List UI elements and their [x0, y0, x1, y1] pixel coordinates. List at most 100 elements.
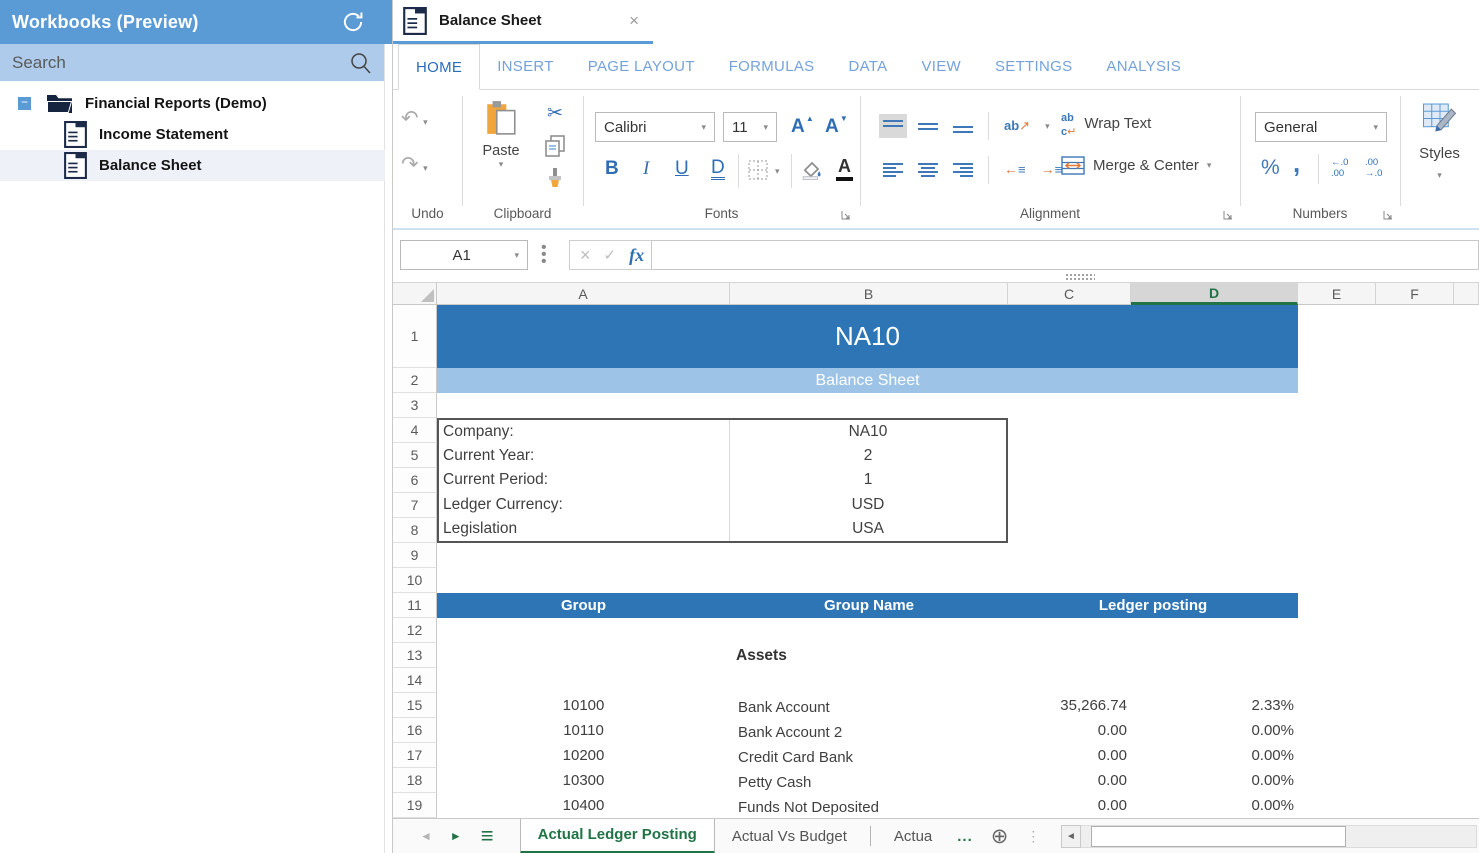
- ribbon-tab-insert[interactable]: INSERT: [480, 44, 571, 89]
- align-right-button[interactable]: [953, 162, 973, 178]
- merge-center-button[interactable]: Merge & Center ▾: [1061, 156, 1211, 175]
- sheet-tab-actual-ledger-posting[interactable]: Actual Ledger Posting: [520, 819, 715, 853]
- cell-report-subtitle[interactable]: Balance Sheet: [437, 368, 1298, 393]
- ribbon-tab-analysis[interactable]: ANALYSIS: [1089, 44, 1198, 89]
- row-header-4[interactable]: 4: [393, 418, 437, 443]
- cell-account-name[interactable]: Credit Card Bank: [730, 745, 1008, 770]
- undo-icon[interactable]: ↶: [401, 106, 419, 130]
- double-underline-button[interactable]: D: [711, 158, 725, 180]
- cell-account-percent[interactable]: 0.00%: [1131, 743, 1298, 768]
- info-label[interactable]: Legislation: [439, 517, 730, 541]
- orientation-dropdown-icon[interactable]: ▾: [1045, 121, 1050, 132]
- info-value[interactable]: 2: [730, 444, 1006, 468]
- search-input[interactable]: Search: [12, 53, 349, 73]
- info-label[interactable]: Current Year:: [439, 444, 730, 468]
- cancel-entry-icon[interactable]: ×: [580, 245, 591, 266]
- cell-section-assets[interactable]: Assets: [730, 643, 1008, 668]
- formula-bar-handle-icon[interactable]: •••: [541, 244, 547, 266]
- row-header-12[interactable]: 12: [393, 618, 437, 643]
- borders-dropdown-icon[interactable]: ▾: [775, 166, 780, 177]
- column-header-f[interactable]: F: [1376, 282, 1454, 305]
- wrap-text-button[interactable]: abc↵ Wrap Text: [1061, 110, 1151, 137]
- sheet-tab-actua[interactable]: Actua: [877, 819, 949, 853]
- info-value[interactable]: USA: [730, 517, 1006, 541]
- ribbon-tab-formulas[interactable]: FORMULAS: [712, 44, 832, 89]
- redo-icon[interactable]: ↷: [401, 152, 419, 176]
- horizontal-scrollbar[interactable]: ◄: [1061, 825, 1477, 848]
- name-box[interactable]: A1 ▾: [400, 240, 528, 270]
- row-header-14[interactable]: 14: [393, 668, 437, 693]
- name-box-dropdown-icon[interactable]: ▾: [514, 250, 519, 261]
- formula-input[interactable]: [651, 240, 1479, 270]
- column-header-e[interactable]: E: [1298, 282, 1376, 305]
- fill-color-icon[interactable]: [801, 158, 823, 180]
- cell-account-amount[interactable]: 0.00: [1008, 743, 1131, 768]
- row-header-3[interactable]: 3: [393, 393, 437, 418]
- cell-account-code[interactable]: 10300: [437, 768, 730, 793]
- info-label[interactable]: Current Period:: [439, 468, 730, 492]
- cell-account-percent[interactable]: 0.00%: [1131, 768, 1298, 793]
- cell-account-percent[interactable]: 0.00%: [1131, 718, 1298, 743]
- paste-button[interactable]: Paste ▾: [479, 100, 523, 170]
- document-tab-balance-sheet[interactable]: Balance Sheet ×: [393, 0, 653, 41]
- font-name-dropdown-icon[interactable]: ▾: [701, 122, 706, 133]
- paste-dropdown-icon[interactable]: ▾: [479, 159, 523, 170]
- row-header-1[interactable]: 1: [393, 305, 437, 368]
- undo-button[interactable]: ↶ ▾: [401, 106, 428, 130]
- cell-styles-dropdown-icon[interactable]: ▾: [1400, 170, 1479, 181]
- column-header-a[interactable]: A: [437, 282, 730, 305]
- increase-decimal-button[interactable]: .00 →.0: [1365, 158, 1382, 180]
- collapse-toggle-icon[interactable]: −: [18, 97, 31, 110]
- info-value[interactable]: USD: [730, 493, 1006, 517]
- column-header-c[interactable]: C: [1008, 282, 1131, 305]
- header-ledger-posting[interactable]: Ledger posting: [1008, 593, 1298, 618]
- cut-icon[interactable]: ✂: [547, 102, 563, 124]
- cell-account-percent[interactable]: 0.00%: [1131, 793, 1298, 818]
- next-sheet-icon[interactable]: ►: [441, 829, 471, 843]
- row-header-10[interactable]: 10: [393, 568, 437, 593]
- column-header-partial[interactable]: [1454, 282, 1479, 305]
- align-left-button[interactable]: [883, 162, 903, 178]
- redo-dropdown-icon[interactable]: ▾: [423, 163, 428, 173]
- row-header-5[interactable]: 5: [393, 443, 437, 468]
- cell-account-amount[interactable]: 0.00: [1008, 768, 1131, 793]
- percent-style-button[interactable]: %: [1261, 156, 1280, 180]
- undo-dropdown-icon[interactable]: ▾: [423, 117, 428, 127]
- cell-account-code[interactable]: 10100: [437, 693, 730, 718]
- info-value[interactable]: 1: [730, 468, 1006, 492]
- grow-font-button[interactable]: A▲: [791, 116, 805, 138]
- ribbon-tab-home[interactable]: HOME: [398, 44, 480, 90]
- cell-account-name[interactable]: Bank Account 2: [730, 720, 1008, 745]
- refresh-icon[interactable]: [340, 9, 366, 35]
- cell-account-amount[interactable]: 35,266.74: [1008, 693, 1131, 718]
- cell-account-code[interactable]: 10400: [437, 793, 730, 818]
- merge-center-dropdown-icon[interactable]: ▾: [1207, 160, 1212, 171]
- decrease-indent-icon[interactable]: ←≡: [1004, 161, 1026, 179]
- search-bar[interactable]: Search: [0, 44, 385, 81]
- info-value[interactable]: NA10: [730, 420, 1006, 444]
- cell-report-title[interactable]: NA10: [437, 305, 1298, 368]
- sheet-list-menu-icon[interactable]: ≡: [471, 825, 504, 847]
- sheet-tab-actual-vs-budget[interactable]: Actual Vs Budget: [715, 819, 864, 853]
- formula-bar-splitter[interactable]: [1065, 273, 1095, 280]
- row-header-13[interactable]: 13: [393, 643, 437, 668]
- row-header-2[interactable]: 2: [393, 368, 437, 393]
- decrease-decimal-button[interactable]: ←.0 .00: [1331, 158, 1348, 180]
- borders-icon[interactable]: [748, 160, 768, 180]
- bold-button[interactable]: B: [605, 158, 619, 180]
- row-header-7[interactable]: 7: [393, 493, 437, 518]
- column-header-b[interactable]: B: [730, 282, 1008, 305]
- info-label[interactable]: Company:: [439, 420, 730, 444]
- cell-account-name[interactable]: Petty Cash: [730, 770, 1008, 795]
- header-group[interactable]: Group: [437, 593, 730, 618]
- cell-account-code[interactable]: 10110: [437, 718, 730, 743]
- row-header-6[interactable]: 6: [393, 468, 437, 493]
- redo-button[interactable]: ↷ ▾: [401, 152, 428, 176]
- sheet-overflow-ellipsis[interactable]: ...: [957, 828, 973, 845]
- prev-sheet-icon[interactable]: ◄: [411, 829, 441, 843]
- underline-button[interactable]: U: [675, 158, 689, 180]
- search-icon[interactable]: [349, 51, 373, 75]
- number-format-dropdown-icon[interactable]: ▾: [1373, 122, 1378, 133]
- tree-item-balance-sheet[interactable]: Balance Sheet: [0, 150, 385, 181]
- cell-account-code[interactable]: 10200: [437, 743, 730, 768]
